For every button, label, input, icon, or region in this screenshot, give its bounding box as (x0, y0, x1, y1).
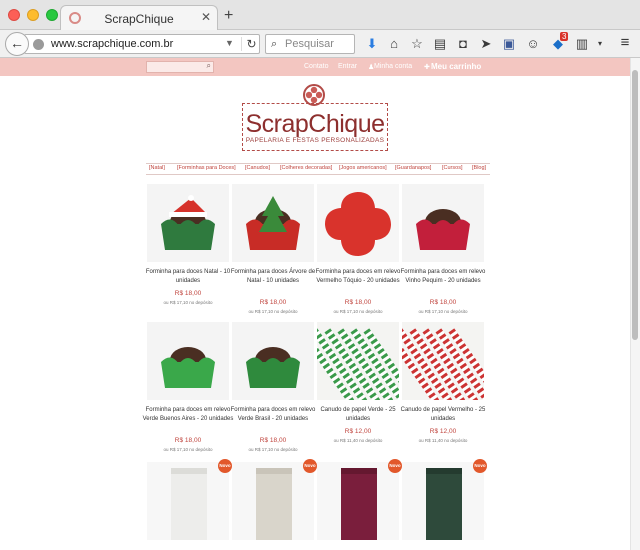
category-link-cursos[interactable]: [Cursos] (442, 165, 462, 171)
product-price: R$ 18,00 (429, 299, 457, 306)
category-nav: [Natal] [Forminhas para Doces] [Canudos]… (146, 163, 490, 175)
pocket-icon[interactable]: ◘ (455, 36, 471, 51)
magnifier-icon[interactable]: ⌕ (207, 61, 211, 71)
product-image[interactable] (317, 322, 399, 400)
new-badge: Novo (218, 459, 232, 473)
url-text: www.scrapchique.com.br (51, 38, 174, 50)
product-name[interactable]: Forminha para doces em relevo Verde Buen… (141, 406, 235, 424)
new-badge: Novo (303, 459, 317, 473)
category-link-natal[interactable]: [Natal] (149, 165, 165, 171)
product-image[interactable] (402, 462, 484, 540)
logo-wordmark: ScrapChique (245, 110, 385, 138)
site-logo[interactable]: ScrapChique PAPELARIA E FESTAS PERSONALI… (242, 103, 388, 151)
product-name[interactable]: Forminha para doces Árvore de Natal - 10… (226, 268, 320, 286)
product-name[interactable]: Forminha para doces em relevo Vermelho T… (311, 268, 405, 286)
product-deposit-price: ou R$ 17,10 no depósito (418, 309, 468, 314)
login-link[interactable]: Entrar (338, 63, 357, 70)
tab-close-icon[interactable]: ✕ (201, 10, 211, 24)
contact-link[interactable]: Contato (304, 63, 329, 70)
chevron-down-icon[interactable]: ▼ (225, 38, 234, 48)
browser-tab[interactable]: ScrapChique ✕ (60, 5, 218, 31)
close-window-button[interactable] (8, 9, 20, 21)
product-deposit-price: ou R$ 11,40 no depósito (418, 438, 468, 443)
product-name[interactable]: Forminha para doces em relevo Verde Bras… (226, 406, 320, 424)
notification-badge: 3 (560, 32, 569, 41)
category-link-forminhas[interactable]: [Forminhas para Doces] (177, 165, 236, 171)
home-icon[interactable]: ⌂ (386, 36, 402, 51)
chevron-down-icon[interactable]: ▾ (592, 39, 608, 48)
new-tab-button[interactable]: + (224, 7, 233, 25)
back-button[interactable]: ← (5, 32, 29, 56)
logo-tagline: PAPELARIA E FESTAS PERSONALIZADAS (245, 137, 385, 144)
minimize-window-button[interactable] (27, 9, 39, 21)
product-deposit-price: ou R$ 17,10 no depósito (333, 309, 383, 314)
my-account-link[interactable]: Minha conta (374, 63, 412, 70)
product-deposit-price: ou R$ 17,10 no depósito (248, 447, 298, 452)
search-icon: ⌕ (271, 38, 278, 50)
product-price: R$ 18,00 (344, 299, 372, 306)
product-price: R$ 18,00 (174, 290, 202, 297)
cart-link[interactable]: Meu carrinho (431, 62, 481, 71)
bookmark-star-icon[interactable]: ☆ (409, 36, 425, 52)
product-price: R$ 12,00 (429, 428, 457, 435)
category-link-colheres[interactable]: [Colheres decoradas] (280, 165, 332, 171)
thumbs-up-icon[interactable]: ▣ (501, 36, 517, 52)
clipboard-icon[interactable]: ▥ (574, 36, 590, 52)
category-link-guardanapos[interactable]: [Guardanapos] (395, 165, 431, 171)
product-name[interactable]: Forminha para doces em relevo Vinho Pequ… (396, 268, 490, 286)
category-link-jogos[interactable]: [Jogos americanos] (339, 165, 387, 171)
zoom-window-button[interactable] (46, 9, 58, 21)
product-image[interactable] (317, 462, 399, 540)
reading-list-icon[interactable]: ▤ (432, 36, 448, 52)
site-search-input[interactable]: ⌕ (146, 61, 214, 73)
category-link-blog[interactable]: [Blog] (472, 165, 486, 171)
search-bar[interactable]: ⌕ Pesquisar (265, 34, 355, 54)
browser-toolbar: www.scrapchique.com.br ▼ ↻ ← ⌕ Pesquisar… (0, 30, 640, 58)
product-name[interactable]: Canudo de papel Verde - 25 unidades (311, 406, 405, 424)
product-image[interactable] (147, 322, 229, 400)
product-image[interactable] (402, 184, 484, 262)
product-deposit-price: ou R$ 17,10 no depósito (248, 309, 298, 314)
product-deposit-price: ou R$ 11,40 no depósito (333, 438, 383, 443)
product-deposit-price: ou R$ 17,10 no depósito (163, 300, 213, 305)
reload-icon[interactable]: ↻ (241, 37, 261, 51)
product-deposit-price: ou R$ 17,10 no depósito (163, 447, 213, 452)
menu-icon[interactable]: ≡ (617, 34, 633, 51)
product-image[interactable] (317, 184, 399, 262)
product-price: R$ 18,00 (174, 437, 202, 444)
cart-icon: ✚ (424, 64, 430, 71)
product-image[interactable] (402, 322, 484, 400)
product-price: R$ 18,00 (259, 299, 287, 306)
product-image[interactable] (232, 322, 314, 400)
product-price: R$ 12,00 (344, 428, 372, 435)
url-bar[interactable]: www.scrapchique.com.br ▼ ↻ (24, 34, 260, 54)
browser-titlebar: ScrapChique ✕ + (0, 0, 640, 31)
product-image[interactable] (147, 184, 229, 262)
download-icon[interactable]: ⬇ (364, 36, 380, 52)
product-image[interactable] (147, 462, 229, 540)
product-image[interactable] (232, 462, 314, 540)
category-link-canudos[interactable]: [Canudos] (245, 165, 270, 171)
send-icon[interactable]: ➤ (478, 36, 494, 52)
chat-icon[interactable]: ☺ (525, 36, 541, 51)
product-price: R$ 18,00 (259, 437, 287, 444)
new-badge: Novo (388, 459, 402, 473)
search-input[interactable]: Pesquisar (285, 38, 334, 50)
tab-title: ScrapChique (104, 12, 174, 26)
product-image[interactable] (232, 184, 314, 262)
product-name[interactable]: Forminha para doces Natal - 10 unidades (141, 268, 235, 286)
product-name[interactable]: Canudo de papel Vermelho - 25 unidades (396, 406, 490, 424)
globe-icon (33, 39, 44, 50)
new-badge: Novo (473, 459, 487, 473)
scrollbar-thumb[interactable] (632, 70, 638, 340)
